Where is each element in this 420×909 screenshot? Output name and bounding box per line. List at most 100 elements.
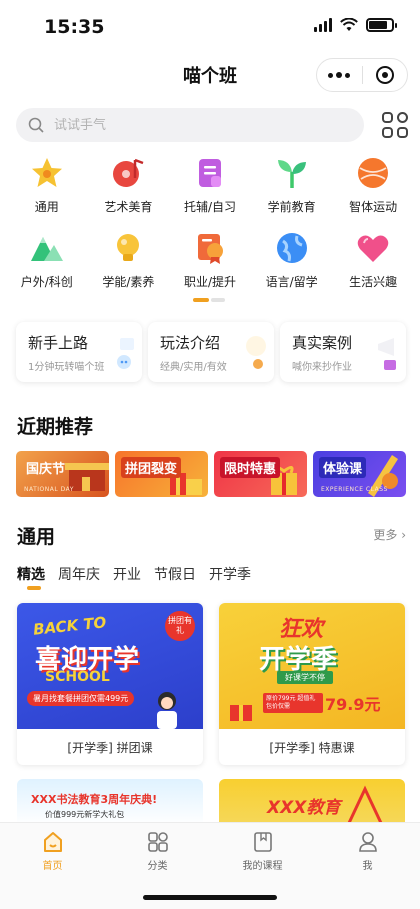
search-input[interactable] [54, 117, 314, 133]
student-illustration [157, 692, 177, 729]
category-sports[interactable]: 智体运动 [332, 156, 414, 215]
course-image-sub: 价值999元新学大礼包 [45, 810, 125, 819]
all-categories-icon[interactable] [382, 112, 408, 138]
tab-anniversary[interactable]: 周年庆 [58, 564, 100, 584]
search-box[interactable] [16, 108, 364, 142]
course-name: [开学季] 特惠课 [269, 741, 355, 755]
course-icon [253, 832, 272, 852]
intro-card-cases[interactable]: 真实案例 喊你来抄作业 [280, 322, 406, 382]
home-icon [43, 832, 62, 852]
gift-icon [230, 705, 252, 721]
category-label: 通用 [34, 200, 59, 214]
sprout-icon [277, 160, 306, 188]
music-icon [113, 158, 144, 187]
category-label: 智体运动 [349, 200, 398, 214]
promo-label: 体验课 [319, 457, 367, 478]
category-icon [147, 832, 168, 852]
globe-icon [276, 233, 307, 263]
intro-card-beginner[interactable]: 新手上路 1分钟玩转喵个班 [16, 322, 142, 382]
bottom-tab-bar: 首页 分类 我的课程 我 [0, 822, 420, 909]
tab-featured[interactable]: 精选 [17, 564, 45, 584]
more-link[interactable]: 更多 › [373, 526, 406, 543]
more-menu-icon[interactable] [317, 72, 362, 78]
tab-opening[interactable]: 开业 [113, 564, 141, 584]
course-grid: BACK TO 喜迎开学 SCHOOL 拼团有礼 暑月找套餐拼团仅需499元 [… [17, 603, 405, 765]
course-image-price: 暑月找套餐拼团仅需499元 [27, 691, 135, 706]
category-preschool[interactable]: 学前教育 [251, 156, 333, 215]
course-card[interactable]: XXX书法教育3周年庆典! 价值999元新学大礼包 [17, 779, 203, 825]
tab-holiday[interactable]: 节假日 [154, 564, 196, 584]
course-name: [开学季] 拼团课 [67, 741, 153, 755]
intro-card-gameplay[interactable]: 玩法介绍 经典/实用/有效 [148, 322, 274, 382]
book-icon [198, 159, 221, 187]
course-card[interactable]: XXX教育 [219, 779, 405, 825]
promo-sublabel: EXPERIENCE CLASS [321, 486, 388, 493]
promo-banners: 国庆节 NATIONAL DAY 拼团裂变 限时特惠 体验课 EXPERIENC… [16, 451, 406, 497]
category-general[interactable]: 通用 [6, 156, 88, 215]
promo-label: 国庆节 [26, 462, 66, 477]
category-grid: 通用 艺术美育 托辅/自习 学前教育 智体运动 户外/科创 学能/素养 职业/提… [6, 156, 414, 290]
category-label: 职业/提升 [183, 275, 237, 289]
course-image-price: 79.9元 [325, 695, 381, 714]
category-label: 学前教育 [267, 200, 316, 214]
tabbar-label: 我 [362, 861, 373, 872]
course-image-ribbon: 好课学不停 [277, 671, 333, 684]
course-card[interactable]: BACK TO 喜迎开学 SCHOOL 拼团有礼 暑月找套餐拼团仅需499元 [… [17, 603, 203, 765]
tabbar-home[interactable]: 首页 [0, 823, 105, 875]
course-card[interactable]: 狂欢 开学季 好课学不停 原价799元 超值礼包价仅需 79.9元 [开学季] … [219, 603, 405, 765]
intro-cards: 新手上路 1分钟玩转喵个班 玩法介绍 经典/实用/有效 真实案例 喊你来抄作业 [16, 322, 406, 382]
promo-trial-class[interactable]: 体验课 EXPERIENCE CLASS [313, 451, 406, 497]
active-tab-indicator [27, 586, 41, 590]
certificate-icon [197, 234, 223, 264]
promo-national-day[interactable]: 国庆节 NATIONAL DAY [16, 451, 109, 497]
course-image-title: XXX教育 [267, 798, 341, 818]
status-time: 15:35 [44, 16, 105, 38]
recent-section-title: 近期推荐 [17, 416, 94, 438]
mini-program-capsule [316, 58, 408, 92]
close-program-button[interactable] [363, 66, 408, 84]
triangle-decoration [347, 785, 383, 823]
tabbar-my-courses[interactable]: 我的课程 [210, 823, 315, 875]
category-label: 户外/科创 [20, 275, 73, 289]
tabbar-label: 我的课程 [242, 861, 283, 872]
star-icon [31, 158, 62, 187]
tabbar-category[interactable]: 分类 [105, 823, 210, 875]
category-lifestyle[interactable]: 生活兴趣 [332, 231, 414, 290]
category-label: 语言/留学 [265, 275, 318, 289]
category-career[interactable]: 职业/提升 [169, 231, 251, 290]
promo-sublabel: NATIONAL DAY [24, 486, 74, 493]
tab-back-to-school[interactable]: 开学季 [209, 564, 251, 584]
category-literacy[interactable]: 学能/素养 [88, 231, 170, 290]
search-icon [28, 117, 44, 133]
category-tutoring[interactable]: 托辅/自习 [169, 156, 251, 215]
category-label: 艺术美育 [104, 200, 153, 214]
course-image: BACK TO 喜迎开学 SCHOOL 拼团有礼 暑月找套餐拼团仅需499元 [17, 603, 203, 729]
course-image-price-prefix: 原价799元 超值礼包价仅需 [263, 693, 323, 713]
promo-limited-offer[interactable]: 限时特惠 [214, 451, 307, 497]
wifi-icon [340, 18, 358, 31]
tabbar-label: 分类 [147, 861, 168, 872]
category-label: 学能/素养 [102, 275, 155, 289]
page-dot-active [193, 298, 209, 302]
bulb-icon [117, 234, 140, 261]
category-label: 托辅/自习 [183, 200, 237, 214]
tabbar-label: 首页 [42, 861, 63, 872]
category-language[interactable]: 语言/留学 [251, 231, 333, 290]
course-image-banner: BACK TO [32, 613, 108, 639]
category-outdoor[interactable]: 户外/科创 [6, 231, 88, 290]
status-bar: 15:35 [0, 0, 420, 52]
page-dot [211, 298, 225, 302]
course-image-title: XXX书法教育3周年庆典! [31, 793, 158, 806]
course-image-school: SCHOOL [45, 669, 110, 685]
course-image-badge: 拼团有礼 [165, 611, 195, 641]
course-grid-partial: XXX书法教育3周年庆典! 价值999元新学大礼包 XXX教育 [17, 779, 405, 825]
promo-group-buy[interactable]: 拼团裂变 [115, 451, 208, 497]
nav-bar: 喵个班 [0, 52, 420, 98]
category-page-indicator [193, 298, 225, 302]
tabbar-profile[interactable]: 我 [315, 823, 420, 875]
ball-icon [358, 158, 389, 188]
general-tabs: 精选 周年庆 开业 节假日 开学季 [17, 564, 251, 590]
battery-icon [366, 18, 397, 32]
category-arts[interactable]: 艺术美育 [88, 156, 170, 215]
heart-icon [357, 235, 389, 262]
